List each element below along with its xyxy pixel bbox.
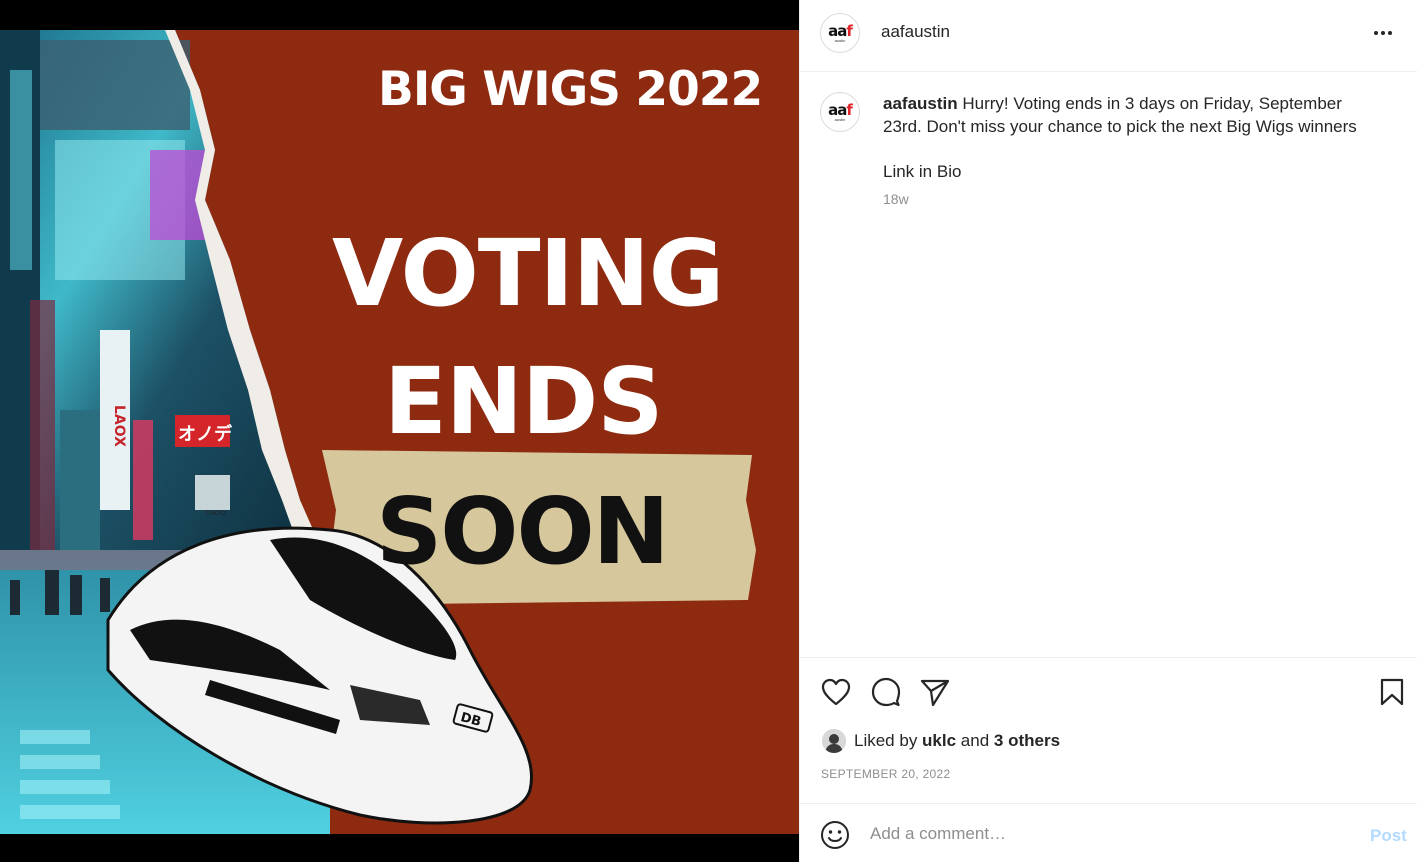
post-panel: aaf austin aafaustin aaf austin aafausti… — [799, 0, 1417, 862]
more-horizontal-icon-dot — [1388, 31, 1392, 35]
avatar-logo: aaf — [828, 100, 853, 119]
send-icon — [920, 679, 950, 706]
like-button[interactable] — [819, 675, 853, 709]
heart-icon — [821, 678, 851, 706]
avatar-logo-right: f — [846, 21, 852, 40]
caption-timestamp[interactable]: 18w — [883, 191, 909, 207]
post-header: aaf austin aafaustin — [800, 0, 1417, 72]
more-horizontal-icon — [1374, 31, 1378, 35]
avatar-logo: aaf — [828, 21, 853, 40]
post-image[interactable]: DB LAOX オノデ TOKYO BIG WIGS 2022 VOTING E… — [0, 30, 799, 834]
emoji-button[interactable] — [820, 820, 850, 855]
bookmark-icon — [1380, 678, 1404, 706]
comment-input[interactable] — [870, 824, 1330, 844]
profile-avatar[interactable]: aaf austin — [820, 13, 860, 53]
image-headline-line1: VOTING — [332, 220, 724, 327]
caption-link-in-bio: Link in Bio — [883, 162, 962, 181]
liker-avatar[interactable] — [822, 729, 846, 753]
post-actions: Liked by uklc and 3 others SEPTEMBER 20,… — [800, 657, 1417, 803]
sign-tokyo: TOKYO — [204, 510, 225, 517]
image-title: BIG WIGS 2022 — [378, 62, 763, 117]
more-horizontal-icon-dot — [1381, 31, 1385, 35]
post-date[interactable]: SEPTEMBER 20, 2022 — [821, 767, 950, 781]
sign-laox: LAOX — [111, 405, 127, 447]
share-button[interactable] — [918, 675, 952, 709]
post-modal: DB LAOX オノデ TOKYO BIG WIGS 2022 VOTING E… — [0, 0, 1417, 862]
likes-middle: and — [956, 731, 994, 750]
likes-summary: Liked by uklc and 3 others — [822, 728, 1060, 754]
post-comment-button[interactable]: Post — [1370, 826, 1407, 846]
header-username[interactable]: aafaustin — [881, 22, 950, 42]
save-button[interactable] — [1375, 675, 1409, 709]
likes-user[interactable]: uklc — [922, 731, 956, 751]
image-headline-line2: ENDS — [384, 348, 663, 455]
comment-button[interactable] — [869, 675, 903, 709]
avatar-logo-sub: austin — [834, 37, 846, 43]
caption-avatar[interactable]: aaf austin — [820, 92, 860, 132]
caption-username[interactable]: aafaustin — [883, 94, 958, 113]
liker-avatar-image — [822, 729, 846, 753]
more-options-button[interactable] — [1368, 20, 1398, 46]
avatar-logo-sub: austin — [834, 116, 846, 122]
smiley-icon — [821, 821, 849, 849]
avatar-logo-right: f — [846, 100, 852, 119]
comment-bar: Post — [800, 803, 1417, 862]
likes-others[interactable]: 3 others — [994, 731, 1060, 751]
caption-text: aafaustin Hurry! Voting ends in 3 days o… — [883, 92, 1383, 183]
likes-prefix: Liked by — [854, 731, 923, 750]
comment-icon — [871, 677, 901, 707]
sign-onoda: オノデ — [178, 423, 233, 445]
image-headline-line3: SOON — [376, 478, 670, 585]
